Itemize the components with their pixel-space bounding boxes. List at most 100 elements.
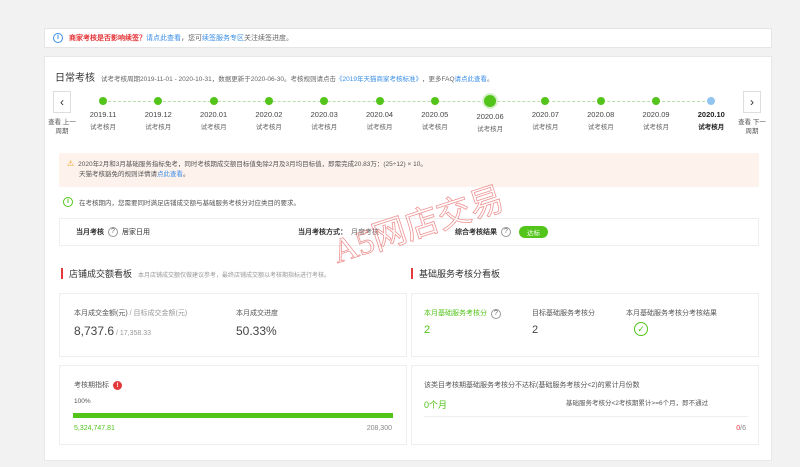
fail-fraction-den: /6	[740, 425, 746, 432]
current-assessment-label: 当月考核	[76, 229, 104, 236]
help-icon[interactable]: ?	[491, 309, 501, 319]
requirement-info: i 在考核期内，您需要同时满足店铺成交额与基础服务考核分对应类目的要求。	[63, 197, 300, 207]
timeline-dot	[707, 97, 716, 105]
info-icon: i	[53, 33, 63, 43]
timeline-sub: 试考核月	[311, 124, 338, 131]
result-label: 综合考核结果	[455, 229, 497, 236]
timeline-dot	[430, 97, 439, 105]
timeline-sub: 试考核月	[587, 124, 614, 131]
timeline-sub: 试考核月	[366, 124, 393, 131]
faq-end: 。	[487, 76, 494, 83]
warning-link[interactable]: 点此查看	[157, 171, 183, 178]
notice-mid: ，您可	[181, 35, 202, 42]
next-period-label[interactable]: 查看 下一周期	[735, 118, 769, 136]
fail-rule: 基础服务考核分<2考核期累计>=6个月，即不通过	[566, 400, 709, 407]
timeline-dot	[484, 95, 497, 107]
timeline-item[interactable]: 2020.09 试考核月	[631, 95, 681, 131]
timeline-date: 2020.10	[697, 110, 725, 119]
score-label-text: 本月基础服务考核分	[424, 310, 487, 317]
gmv-board-title: 店铺成交额看板	[69, 269, 133, 279]
timeline-date: 2020.06	[476, 112, 504, 121]
period-progress-bar	[73, 413, 393, 418]
divider	[424, 416, 748, 417]
alert-icon[interactable]: !	[113, 381, 122, 390]
warning-line1: 2020年2月和3月基础服务指标免考，同时考核期成交额目标值免除2月及3月均目标…	[78, 161, 427, 168]
period-target: 208,300	[366, 425, 392, 432]
timeline-item[interactable]: 2020.01 试考核月	[189, 95, 239, 131]
next-period-button[interactable]: ›	[743, 91, 761, 113]
service-board-header: 基础服务考核分看板	[411, 267, 506, 280]
service-month-card: 本月基础服务考核分? 2 目标基础服务考核分 2 本月基础服务考核分考核结果 ✓	[411, 293, 759, 357]
target-label-text: / 目标成交金额(元)	[127, 310, 188, 317]
header-desc: 试考考核周期2019-11-01 - 2020-10-31，数据更新于2020-…	[101, 76, 337, 83]
period-done: 5,324,747.81	[74, 425, 115, 432]
period-label: 考核期指标!	[74, 380, 122, 390]
timeline-item[interactable]: 2020.06 试考核月	[465, 95, 515, 133]
prev-period-button[interactable]: ‹	[53, 91, 71, 113]
method-label: 当月考核方式：	[298, 229, 347, 236]
timeline-item[interactable]: 2020.05 试考核月	[410, 95, 460, 131]
score-result-label: 本月基础服务考核分考核结果	[626, 310, 717, 317]
help-icon[interactable]: ?	[108, 227, 118, 237]
target-score-label: 目标基础服务考核分	[532, 310, 595, 317]
timeline-item[interactable]: 2020.04 试考核月	[355, 95, 405, 131]
timeline-dot	[320, 97, 329, 105]
timeline-dot	[154, 97, 163, 105]
period-pct: 100%	[74, 398, 91, 405]
timeline-sub: 试考核月	[421, 124, 448, 131]
notice-link-renewal[interactable]: 续签服务专区	[202, 33, 244, 43]
target-score-value: 2	[532, 324, 539, 336]
current-assessment-value: 居家日用	[122, 229, 150, 236]
timeline-date: 2020.01	[200, 110, 228, 119]
fail-desc: 该类目考核期基础服务考核分不达标(基础服务考核分<2)的累计月份数	[424, 382, 640, 389]
gmv-board-header: 店铺成交额看板 本月店铺成交额仅做建议参考，最终店铺成交额以考核期指标进行考核。	[61, 267, 330, 280]
faq-link[interactable]: 请点此查看	[455, 73, 488, 83]
page-title: 日常考核	[55, 73, 95, 84]
timeline-item[interactable]: 2020.08 试考核月	[576, 95, 626, 131]
panel-header: 日常考核 试考考核周期2019-11-01 - 2020-10-31，数据更新于…	[55, 69, 494, 84]
faq-prefix: ，更多FAQ	[422, 76, 455, 83]
info-icon: i	[63, 197, 73, 207]
timeline-item[interactable]: 2020.03 试考核月	[299, 95, 349, 131]
amount-label: 本月成交金额(元) / 目标成交金额(元)	[74, 308, 187, 318]
timeline-sub: 试考核月	[145, 124, 172, 131]
timeline-sub: 试考核月	[698, 124, 725, 131]
warning-box: ⚠ 2020年2月和3月基础服务指标免考，同时考核期成交额目标值免除2月及3月均目…	[59, 153, 759, 187]
gmv-month-card: 本月成交金额(元) / 目标成交金额(元) 8,737.6 / 17,358.3…	[59, 293, 407, 357]
timeline-item[interactable]: 2020.10 试考核月	[686, 95, 736, 131]
timeline-dot	[652, 97, 660, 105]
timeline-sub: 试考核月	[532, 124, 559, 131]
timeline-date: 2020.09	[642, 110, 670, 119]
target-value-text: 17,358.33	[119, 330, 152, 337]
timeline-dot	[541, 97, 550, 105]
warning-line2-end: 。	[183, 171, 190, 178]
timeline-item[interactable]: 2020.02 试考核月	[244, 95, 294, 131]
timeline-dot	[596, 97, 605, 105]
warning-icon: ⚠	[67, 159, 75, 168]
gmv-board-desc: 本月店铺成交额仅做建议参考，最终店铺成交额以考核期指标进行考核。	[138, 273, 331, 279]
timeline-date: 2020.08	[587, 110, 615, 119]
notice-tail: 关注续签进度。	[244, 35, 293, 42]
score-label: 本月基础服务考核分?	[424, 308, 505, 319]
timeline-date: 2020.03	[310, 110, 338, 119]
check-icon: ✓	[634, 322, 648, 336]
requirement-text: 在考核期内，您需要同时满足店铺成交额与基础服务考核分对应类目的要求。	[79, 200, 300, 207]
notice-question: 商家考核是否影响续签？	[69, 35, 146, 42]
amount-value: 8,737.6 / 17,358.33	[74, 324, 152, 338]
notice-link-view[interactable]: 请点此查看	[146, 33, 181, 43]
timeline-item[interactable]: 2019.12 试考核月	[133, 95, 183, 131]
prev-period-label[interactable]: 查看 上一周期	[45, 118, 79, 136]
rule-link[interactable]: 《2019年天猫商家考核标准》	[336, 73, 422, 83]
timeline-sub: 试考核月	[255, 124, 282, 131]
timeline-sub: 试考核月	[477, 126, 504, 133]
timeline-item[interactable]: 2020.07 试考核月	[520, 95, 570, 131]
timeline-sub: 试考核月	[200, 124, 227, 131]
timeline-sub: 试考核月	[90, 124, 116, 131]
timeline-date: 2020.04	[365, 110, 394, 119]
timeline-dot	[209, 97, 218, 105]
timeline-date: 2020.02	[255, 110, 283, 119]
assessment-summary-row: 当月考核 ? 居家日用 当月考核方式： 月度考核 综合考核结果 ? 达标	[59, 218, 759, 246]
service-period-card: 该类目考核期基础服务考核分不达标(基础服务考核分<2)的累计月份数 0个月 基础…	[411, 365, 759, 445]
help-icon[interactable]: ?	[501, 227, 511, 237]
timeline-item[interactable]: 2019.11 试考核月	[78, 95, 128, 131]
